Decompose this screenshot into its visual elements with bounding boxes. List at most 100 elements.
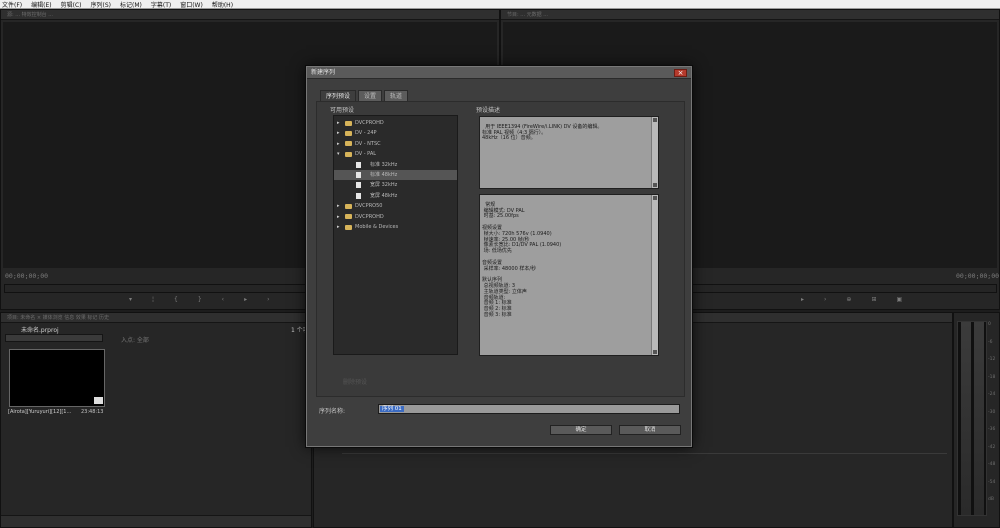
tree-item-label: 宽屏 48kHz	[370, 192, 398, 199]
menu-item[interactable]: 标记(M)	[120, 0, 142, 9]
sequence-name-value: 序列 01	[380, 406, 404, 412]
dialog-titlebar[interactable]: 新建序列 ×	[307, 67, 691, 79]
menu-item[interactable]: 帮助(H)	[212, 0, 233, 9]
tree-item-label: 标准 32kHz	[370, 161, 398, 168]
close-icon[interactable]: ×	[674, 69, 687, 77]
preset-description-text: 用于 IEEE1394 (FireWire/i.LINK) DV 设备的编辑。 …	[482, 123, 603, 142]
folder-icon	[345, 203, 352, 209]
meter-left-channel	[961, 322, 971, 515]
details-scrollbar[interactable]	[651, 195, 658, 355]
menu-item[interactable]: 序列(S)	[91, 0, 112, 9]
meter-scale-label: -42	[988, 444, 996, 450]
dialog-tabs: 序列预设 设置 轨道	[320, 90, 410, 101]
meter-scale-label: -24	[988, 392, 996, 397]
meter-right-channel	[974, 322, 984, 515]
folder-icon	[345, 130, 352, 136]
project-panel-tabs[interactable]: 项目: 未命名 × 媒体浏览 信息 效果 标记 历史	[1, 313, 311, 323]
ok-button[interactable]: 确定	[550, 425, 612, 435]
menu-item[interactable]: 窗口(W)	[180, 0, 203, 9]
tree-item-label: DVCPROHD	[355, 120, 384, 126]
tab-sequence-presets[interactable]: 序列预设	[320, 90, 357, 101]
chevron-right-icon[interactable]: ▸	[337, 139, 340, 149]
available-presets-label: 可用预设	[330, 107, 355, 114]
program-transport-controls[interactable]: ▸›⊕⊞▣	[801, 296, 922, 303]
clip-thumbnail[interactable]	[9, 349, 105, 407]
tree-folder[interactable]: ▸ DVCPRO50	[334, 201, 457, 211]
program-timecode[interactable]: 00;00;00;00	[956, 272, 999, 280]
chevron-right-icon[interactable]: ▸	[337, 201, 340, 211]
timeline-track-area[interactable]	[342, 453, 947, 523]
tree-preset[interactable]: 标准 48kHz	[334, 170, 457, 180]
tree-item-label: DVCPRO50	[355, 203, 383, 210]
folder-icon	[345, 120, 352, 126]
folder-icon	[345, 214, 352, 220]
chevron-right-icon[interactable]: ▸	[337, 128, 340, 138]
menu-item[interactable]: 文件(F)	[2, 0, 22, 9]
project-bottom-bar	[1, 515, 311, 527]
meter-scale-label: dB	[988, 497, 994, 502]
tree-folder[interactable]: ▾ DV - PAL	[334, 149, 457, 159]
menu-item[interactable]: 字幕(T)	[151, 0, 171, 9]
clip-label[interactable]: [Airota][Yuruyuri][12][1...	[8, 409, 71, 415]
tree-item-label: DVCPROHD	[355, 213, 384, 220]
chevron-down-icon[interactable]: ▾	[337, 149, 340, 159]
folder-icon	[345, 141, 352, 147]
tree-folder[interactable]: ▸ Mobile & Devices	[334, 222, 457, 232]
source-transport-controls[interactable]: ▾¦{}‹▸›	[129, 296, 289, 303]
sequence-name-input[interactable]: 序列 01	[378, 404, 680, 414]
meter-scale-label: -30	[988, 409, 996, 415]
tree-folder[interactable]: ▸ DVCPROHD	[334, 118, 457, 128]
tree-folder[interactable]: ▸ DVCPROHD	[334, 212, 457, 222]
source-monitor-tabs[interactable]: 源: ... 特效控制台 ...	[1, 10, 499, 20]
description-scrollbar[interactable]	[651, 117, 658, 188]
tree-preset[interactable]: 宽屏 48kHz	[334, 191, 457, 201]
tree-item-label: DV - NTSC	[355, 140, 381, 147]
clip-badge-icon	[94, 397, 103, 404]
tree-item-label: DV - PAL	[355, 151, 377, 158]
chevron-right-icon[interactable]: ▸	[337, 222, 340, 232]
file-icon	[356, 172, 361, 178]
tab-tracks[interactable]: 轨道	[384, 90, 409, 101]
project-panel: 项目: 未命名 × 媒体浏览 信息 效果 标记 历史 未命名.prproj 1 …	[0, 312, 312, 528]
meter-scale-label: -54	[988, 479, 996, 485]
file-icon	[356, 192, 361, 199]
tree-folder[interactable]: ▸ DV - 24P	[334, 128, 457, 138]
meter-scale-label: -6	[988, 339, 993, 345]
tree-item-label: DV - 24P	[355, 130, 377, 137]
folder-icon	[345, 224, 352, 230]
file-icon	[356, 161, 361, 168]
tab-settings[interactable]: 设置	[358, 90, 383, 101]
preset-details-text: 常规 编辑模式: DV PAL 时基: 25.00fps 视频设置 帧大小: 7…	[482, 201, 562, 318]
menu-bar: 文件(F) 编辑(E) 剪辑(C) 序列(S) 标记(M) 字幕(T) 窗口(W) 帮助(H)	[0, 0, 1000, 9]
menu-item[interactable]: 编辑(E)	[31, 0, 51, 9]
menu-item[interactable]: 剪辑(C)	[61, 0, 82, 9]
meter-scale-label: 0	[988, 322, 991, 327]
project-search-bar[interactable]	[5, 334, 103, 342]
tree-folder[interactable]: ▸ DV - NTSC	[334, 139, 457, 149]
tree-item-label: 标准 48kHz	[370, 172, 398, 178]
file-icon	[356, 182, 361, 189]
source-timecode[interactable]: 00;00;00;00	[5, 272, 48, 280]
dialog-title: 新建序列	[311, 69, 336, 76]
folder-icon	[345, 151, 352, 157]
program-monitor-tabs[interactable]: 节目: ... 元数据 ...	[501, 10, 999, 20]
tree-item-label: Mobile & Devices	[355, 224, 399, 230]
tree-preset[interactable]: 宽屏 32kHz	[334, 180, 457, 190]
preset-tree[interactable]: ▸ DVCPROHD ▸ DV - 24P ▸ DV - NTSC ▾ DV - PAL 标准 …	[333, 115, 458, 355]
chevron-right-icon[interactable]: ▸	[337, 118, 340, 128]
delete-preset-button[interactable]: 删除预设	[343, 377, 367, 386]
chevron-right-icon[interactable]: ▸	[337, 212, 340, 222]
tree-preset[interactable]: 标准 32kHz	[334, 160, 457, 170]
preset-details-box: 常规 编辑模式: DV PAL 时基: 25.00fps 视频设置 帧大小: 7…	[479, 194, 659, 356]
meter-scale-label: -12	[988, 357, 996, 362]
preset-description-box: 用于 IEEE1394 (FireWire/i.LINK) DV 设备的编辑。 …	[479, 116, 659, 189]
tree-item-label: 宽屏 32kHz	[370, 182, 398, 189]
audio-meter	[957, 321, 987, 516]
clip-duration: 23:48:13	[81, 409, 104, 415]
meter-scale-label: -18	[988, 374, 996, 380]
cancel-button[interactable]: 取消	[619, 425, 681, 435]
project-name: 未命名.prproj	[21, 327, 59, 334]
sequence-name-label: 序列名称:	[319, 408, 346, 415]
preset-description-label: 预设描述	[476, 107, 501, 114]
project-search-filter[interactable]: 入点: 全部	[121, 335, 149, 344]
